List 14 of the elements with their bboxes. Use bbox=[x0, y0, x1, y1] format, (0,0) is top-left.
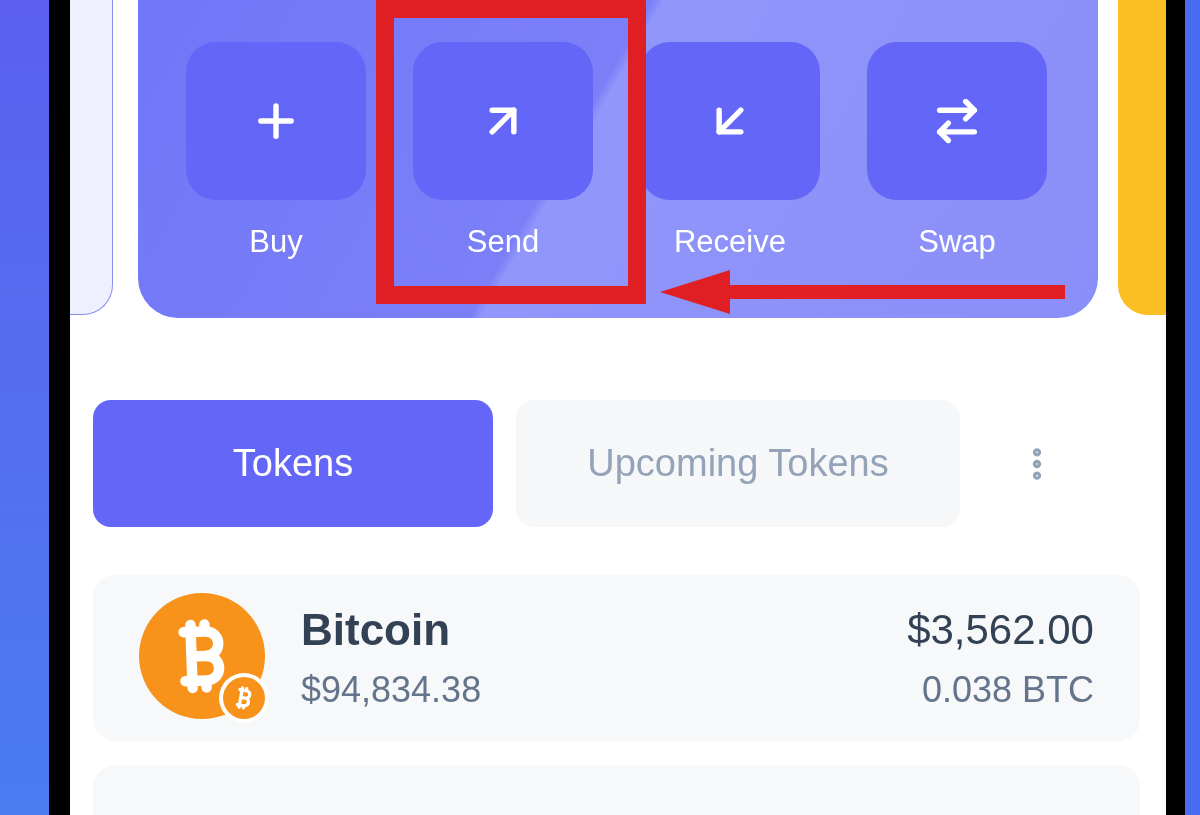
token-card[interactable]: Bitcoin $94,834.38 $3,562.00 0.038 BTC bbox=[93, 575, 1140, 741]
action-button[interactable] bbox=[413, 42, 593, 200]
action-button[interactable] bbox=[867, 42, 1047, 200]
action-label: Buy bbox=[249, 223, 303, 261]
token-name: Bitcoin bbox=[301, 604, 452, 655]
tab[interactable]: Tokens bbox=[93, 400, 493, 527]
bitcoin-logo-icon bbox=[139, 592, 269, 723]
token-value: $3,562.00 bbox=[907, 604, 1094, 655]
action-label: Receive bbox=[674, 223, 786, 261]
token-amount: 0.038 BTC bbox=[921, 668, 1094, 711]
token-price: $94,834.38 bbox=[301, 668, 482, 711]
action-label: Send bbox=[466, 223, 540, 261]
action-label: Swap bbox=[918, 223, 996, 261]
tab[interactable]: Upcoming Tokens bbox=[516, 400, 960, 527]
